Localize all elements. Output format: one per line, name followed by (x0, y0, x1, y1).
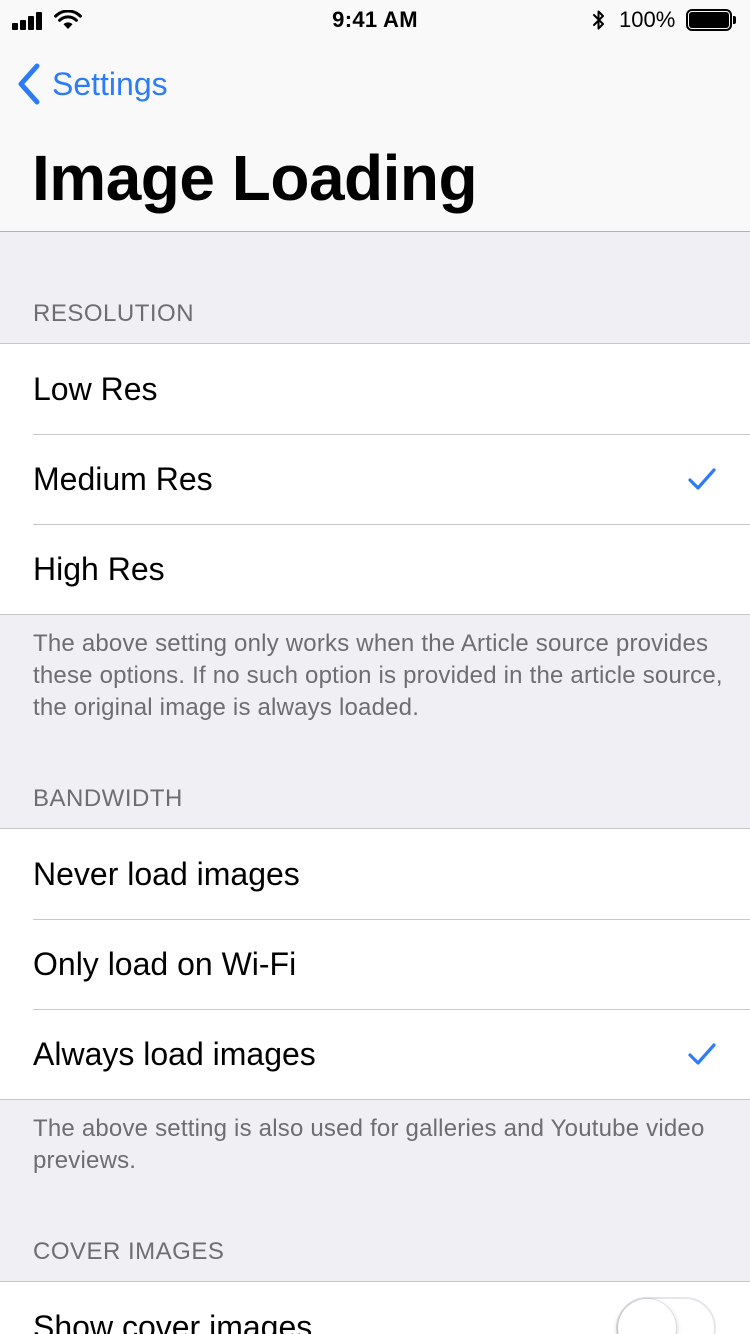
section-header-bandwidth: BANDWIDTH (33, 785, 183, 812)
chevron-left-icon (18, 63, 40, 105)
option-label: Low Res (33, 370, 158, 407)
setting-show-cover-images[interactable]: Show cover images (0, 1282, 750, 1334)
setting-label: Show cover images (33, 1308, 313, 1334)
show-cover-images-toggle[interactable] (616, 1297, 716, 1334)
checkmark-icon (688, 468, 716, 490)
option-high-res[interactable]: High Res (0, 524, 750, 614)
option-only-load-on-wifi[interactable]: Only load on Wi-Fi (0, 919, 750, 1009)
bluetooth-icon (593, 10, 604, 30)
section-header-cover-images: COVER IMAGES (33, 1238, 225, 1265)
back-button-label: Settings (52, 65, 168, 102)
status-bar: 9:41 AM 100% (0, 0, 750, 40)
option-never-load-images[interactable]: Never load images (0, 829, 750, 919)
option-medium-res[interactable]: Medium Res (0, 434, 750, 524)
option-low-res[interactable]: Low Res (0, 344, 750, 434)
battery-percent: 100% (619, 7, 676, 32)
option-label: High Res (33, 550, 165, 587)
option-label: Only load on Wi-Fi (33, 945, 297, 982)
section-footer-bandwidth: The above setting is also used for galle… (33, 1115, 705, 1174)
back-button[interactable]: Settings (16, 62, 168, 106)
page-title: Image Loading (32, 142, 478, 214)
checkmark-icon (688, 1043, 716, 1065)
option-label: Medium Res (33, 460, 213, 497)
navigation-header: 9:41 AM 100% Settings Image Loading (0, 0, 750, 232)
toggle-knob (618, 1299, 676, 1334)
section-header-resolution: RESOLUTION (33, 300, 195, 327)
option-label: Always load images (33, 1035, 316, 1072)
bandwidth-group: Never load images Only load on Wi-Fi Alw… (0, 828, 750, 1100)
option-label: Never load images (33, 855, 300, 892)
screen: 9:41 AM 100% Settings Image Loading RESO… (0, 0, 750, 1334)
resolution-group: Low Res Medium Res High Res (0, 343, 750, 615)
battery-icon (686, 9, 736, 31)
section-footer-resolution: The above setting only works when the Ar… (33, 630, 723, 721)
option-always-load-images[interactable]: Always load images (0, 1009, 750, 1099)
cover-images-group: Show cover images (0, 1281, 750, 1334)
